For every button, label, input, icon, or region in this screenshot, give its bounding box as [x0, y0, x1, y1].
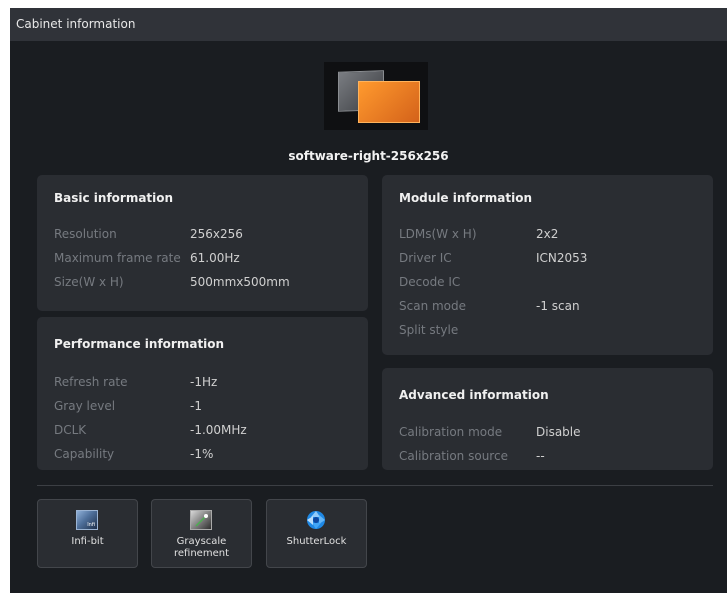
info-row-refresh-rate: Refresh rate -1Hz — [54, 374, 374, 390]
info-row-calibration-source: Calibration source -- — [399, 448, 719, 464]
infi-bit-button[interactable]: Infi Infi-bit — [37, 499, 138, 568]
basic-info-panel: Basic information Resolution 256x256 Max… — [37, 175, 368, 311]
shutter-aperture-icon — [306, 510, 326, 530]
window-titlebar: Cabinet information — [10, 8, 727, 41]
info-value: 256x256 — [190, 227, 243, 241]
front-screen-shape — [358, 81, 420, 123]
info-row-dclk: DCLK -1.00MHz — [54, 422, 374, 438]
info-value: 500mmx500mm — [190, 275, 290, 289]
shutterlock-button[interactable]: ShutterLock — [266, 499, 367, 568]
info-value: -- — [536, 449, 545, 463]
cabinet-preview-image — [324, 62, 428, 130]
info-row-size: Size(W x H) 500mmx500mm — [54, 274, 374, 290]
module-info-panel: Module information LDMs(W x H) 2x2 Drive… — [382, 175, 713, 355]
info-row-max-frame-rate: Maximum frame rate 61.00Hz — [54, 250, 374, 266]
info-label: Driver IC — [399, 251, 452, 265]
info-row-calibration-mode: Calibration mode Disable — [399, 424, 719, 440]
info-label: LDMs(W x H) — [399, 227, 477, 241]
grayscale-refinement-button[interactable]: Grayscale refinement — [151, 499, 252, 568]
info-row-driver-ic: Driver IC ICN2053 — [399, 250, 719, 266]
advanced-info-title: Advanced information — [399, 388, 549, 402]
info-label: Scan mode — [399, 299, 467, 313]
info-label: Calibration mode — [399, 425, 503, 439]
info-value: -1 — [190, 399, 202, 413]
info-row-decode-ic: Decode IC — [399, 274, 719, 290]
cabinet-name: software-right-256x256 — [288, 149, 449, 163]
info-label: Resolution — [54, 227, 117, 241]
section-divider — [37, 485, 713, 486]
info-label: Decode IC — [399, 275, 461, 289]
info-row-gray-level: Gray level -1 — [54, 398, 374, 414]
infi-icon-text: Infi — [87, 522, 95, 528]
info-label: Refresh rate — [54, 375, 128, 389]
info-value: -1Hz — [190, 375, 218, 389]
info-label: DCLK — [54, 423, 87, 437]
window-title: Cabinet information — [16, 17, 136, 31]
performance-info-title: Performance information — [54, 337, 225, 351]
info-label: Capability — [54, 447, 115, 461]
info-label: Size(W x H) — [54, 275, 124, 289]
info-row-resolution: Resolution 256x256 — [54, 226, 374, 242]
performance-info-panel: Performance information Refresh rate -1H… — [37, 317, 368, 470]
info-row-capability: Capability -1% — [54, 446, 374, 462]
info-value: Disable — [536, 425, 581, 439]
grayscale-label-line2: refinement — [174, 548, 229, 559]
infi-bit-icon: Infi — [76, 510, 98, 530]
shutterlock-label: ShutterLock — [286, 536, 347, 547]
grayscale-refinement-icon — [190, 510, 212, 530]
info-value: 2x2 — [536, 227, 559, 241]
wand-icon — [195, 514, 208, 527]
info-value: 61.00Hz — [190, 251, 240, 265]
info-value: -1.00MHz — [190, 423, 247, 437]
info-label: Split style — [399, 323, 459, 337]
info-row-split-style: Split style — [399, 322, 719, 338]
info-value: ICN2053 — [536, 251, 588, 265]
module-info-title: Module information — [399, 191, 533, 205]
info-label: Calibration source — [399, 449, 508, 463]
grayscale-label-line1: Grayscale — [176, 536, 227, 547]
info-row-scan-mode: Scan mode -1 scan — [399, 298, 719, 314]
info-value: -1% — [190, 447, 214, 461]
info-value: -1 scan — [536, 299, 580, 313]
basic-info-title: Basic information — [54, 191, 174, 205]
advanced-info-panel: Advanced information Calibration mode Di… — [382, 368, 713, 470]
info-label: Maximum frame rate — [54, 251, 181, 265]
infi-bit-label: Infi-bit — [71, 536, 104, 547]
info-label: Gray level — [54, 399, 116, 413]
info-row-ldms: LDMs(W x H) 2x2 — [399, 226, 719, 242]
cabinet-info-window: Cabinet information software-right-256x2… — [10, 8, 727, 593]
